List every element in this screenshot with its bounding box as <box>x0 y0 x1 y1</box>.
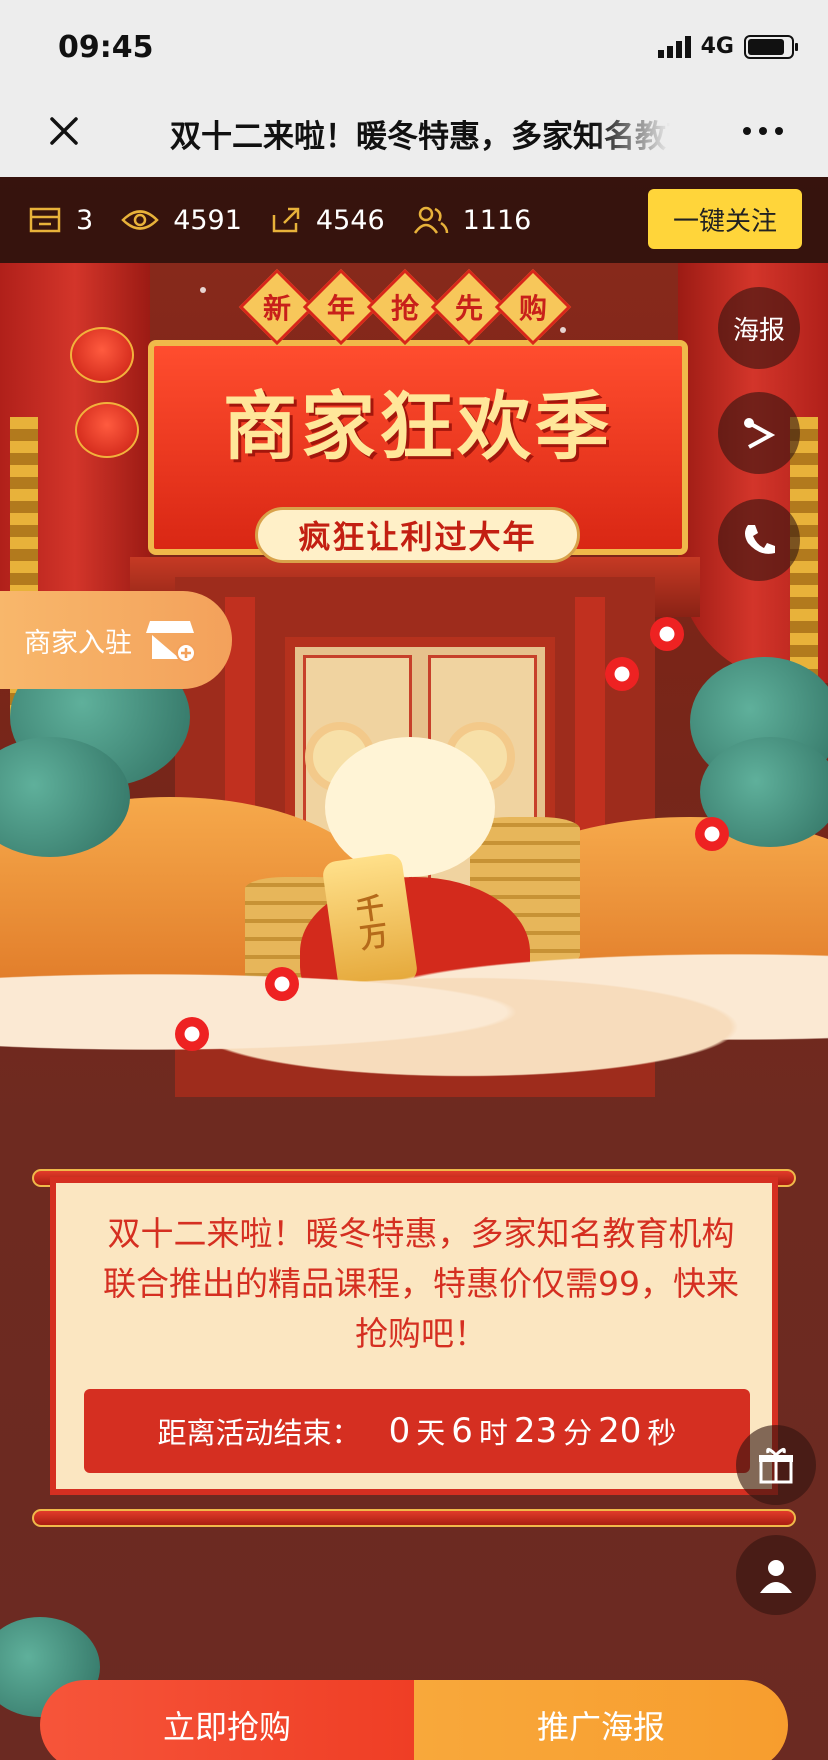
merchant-join-button[interactable]: 商家入驻 <box>0 591 232 689</box>
stat-products: 3 <box>28 205 93 236</box>
santa-sticker <box>695 817 729 851</box>
bottom-action-bar: 立即抢购 推广海报 <box>40 1680 788 1760</box>
santa-sticker <box>265 967 299 1001</box>
follow-all-button[interactable]: 一键关注 <box>648 189 802 249</box>
close-icon[interactable] <box>44 111 84 151</box>
merchant-join-label: 商家入驻 <box>24 627 132 659</box>
lantern-icon <box>75 402 139 458</box>
stat-shares: 4546 <box>270 205 385 236</box>
countdown-hours: 6 <box>451 1411 473 1451</box>
banner-headline: 商家狂欢季 <box>223 384 613 470</box>
countdown-hours-unit: 时 <box>478 1416 508 1450</box>
santa-sticker <box>650 617 684 651</box>
user-icon <box>760 1560 792 1593</box>
countdown-days: 0 <box>388 1411 411 1451</box>
countdown-minutes-unit: 分 <box>563 1416 593 1450</box>
status-time: 09:45 <box>58 30 154 65</box>
battery-icon <box>744 34 798 59</box>
countdown-bar: 距离活动结束： 0 天 6 时 23 分 20 秒 <box>84 1389 750 1473</box>
countdown-seconds-unit: 秒 <box>647 1416 677 1450</box>
santa-sticker <box>175 1017 209 1051</box>
signal-icon <box>657 35 691 58</box>
poster-side-label: 海报 <box>732 315 785 346</box>
banner-subtitle-pill: 疯狂让利过大年 <box>255 507 580 563</box>
stat-views: 4591 <box>121 205 242 236</box>
countdown-prefix: 距离活动结束： <box>157 1416 361 1450</box>
more-icon[interactable] <box>738 115 788 147</box>
gift-icon <box>759 1448 793 1484</box>
countdown-minutes: 23 <box>513 1411 558 1451</box>
user-center-button[interactable] <box>736 1535 816 1615</box>
scroll-rod-bottom <box>32 1509 796 1527</box>
banner-subtitle: 疯狂让利过大年 <box>298 518 537 556</box>
poster-side-button[interactable]: 海报 <box>718 287 800 369</box>
phone-icon <box>745 525 775 554</box>
eye-icon <box>121 210 159 230</box>
promote-poster-button[interactable]: 推广海报 <box>414 1680 788 1760</box>
activity-poster: 千万 新 年 抢 先 购 商家狂欢季 疯狂让利过大年 3 4591 4546 1… <box>0 177 828 1760</box>
activity-description: 双十二来啦！暖冬特惠，多家知名教育机构联合推出的精品课程，特惠价仅需99，快来抢… <box>103 1214 739 1353</box>
gift-button[interactable] <box>736 1425 816 1505</box>
status-bar: 09:45 4G <box>0 0 828 95</box>
status-indicators: 4G <box>657 34 798 59</box>
santa-sticker <box>605 657 639 691</box>
mascot-head <box>325 737 495 877</box>
share-icon <box>272 207 300 233</box>
countdown-days-unit: 天 <box>416 1416 446 1450</box>
snowflake <box>560 327 566 333</box>
stats-bar: 3 4591 4546 1116 一键关注 <box>0 177 828 263</box>
activity-info-card: 双十二来啦！暖冬特惠，多家知名教育机构联合推出的精品课程，特惠价仅需99，快来抢… <box>50 1177 778 1495</box>
banner-tag-row: 新 年 抢 先 购 <box>238 268 572 346</box>
network-type: 4G <box>700 34 734 59</box>
lantern-icon <box>70 327 134 383</box>
users-icon <box>413 206 448 234</box>
phone-side-button[interactable] <box>718 499 800 581</box>
snowflake <box>200 287 206 293</box>
share-side-button[interactable] <box>718 392 800 474</box>
share-arrow-icon <box>744 418 776 449</box>
store-icon <box>29 207 61 233</box>
stat-users: 1116 <box>413 205 531 236</box>
page-title: 双十二来啦！暖冬特惠，多家知名教育机构联合推出的精品课程 <box>170 119 670 155</box>
banner-tag: 购 <box>494 268 572 346</box>
nav-bar: 双十二来啦！暖冬特惠，多家知名教育机构联合推出的精品课程 <box>0 95 828 177</box>
countdown-seconds: 20 <box>598 1411 642 1451</box>
cloud-band <box>0 937 828 1087</box>
buy-now-button[interactable]: 立即抢购 <box>40 1680 414 1760</box>
store-add-icon <box>146 621 196 663</box>
